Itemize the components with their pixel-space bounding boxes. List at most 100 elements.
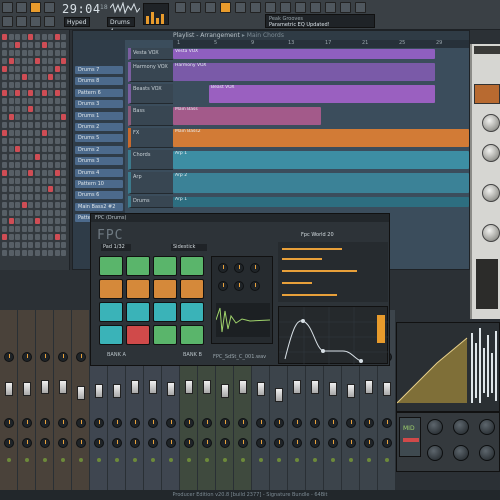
step-button[interactable] bbox=[61, 146, 67, 152]
playlist-titlebar[interactable]: Playlist - Arrangement ▸ Main Chords bbox=[73, 31, 469, 40]
mixer-pan-knob[interactable] bbox=[76, 352, 86, 362]
step-button[interactable] bbox=[8, 202, 14, 208]
mixer-fader[interactable] bbox=[131, 380, 139, 394]
step-button[interactable] bbox=[41, 66, 47, 72]
fpc-layer-bar[interactable] bbox=[282, 258, 322, 260]
step-button[interactable] bbox=[8, 50, 14, 56]
fx-mode-panel[interactable]: MID bbox=[399, 417, 421, 457]
fpc-tune-knob[interactable] bbox=[250, 263, 260, 273]
step-button[interactable] bbox=[28, 226, 34, 232]
step-button[interactable] bbox=[35, 226, 40, 232]
step-button[interactable] bbox=[15, 170, 21, 176]
fpc-bank-a[interactable]: BANK A bbox=[107, 352, 126, 358]
playlist-clip[interactable]: Beast VOX bbox=[209, 85, 435, 103]
step-button[interactable] bbox=[61, 106, 67, 112]
fpc-res-knob[interactable] bbox=[234, 281, 244, 291]
step-button[interactable] bbox=[2, 50, 7, 56]
step-button[interactable] bbox=[41, 82, 47, 88]
step-button[interactable] bbox=[48, 138, 54, 144]
step-button[interactable] bbox=[2, 66, 7, 72]
step-button[interactable] bbox=[8, 66, 14, 72]
step-button[interactable] bbox=[35, 50, 40, 56]
step-button[interactable] bbox=[21, 90, 27, 96]
mixer-send-knob[interactable] bbox=[310, 438, 320, 448]
mixer-send-knob[interactable] bbox=[364, 418, 374, 428]
step-button[interactable] bbox=[41, 114, 47, 120]
step-button[interactable] bbox=[48, 106, 54, 112]
mixer-pan-knob[interactable] bbox=[40, 352, 50, 362]
drum-pad[interactable] bbox=[126, 302, 150, 322]
fpc-preset-name[interactable]: Fpc World 20 bbox=[301, 231, 381, 240]
step-button[interactable] bbox=[48, 226, 54, 232]
step-button[interactable] bbox=[21, 138, 27, 144]
step-button[interactable] bbox=[28, 242, 34, 248]
step-button[interactable] bbox=[35, 130, 40, 136]
pattern-list-item[interactable]: Pattern 6 bbox=[75, 88, 123, 97]
fx-knob-3[interactable] bbox=[479, 419, 495, 435]
step-button[interactable] bbox=[28, 98, 34, 104]
step-button[interactable] bbox=[41, 146, 47, 152]
mixer-route-led[interactable] bbox=[367, 458, 371, 462]
step-button[interactable] bbox=[54, 58, 60, 64]
step-button[interactable] bbox=[15, 146, 21, 152]
plugin-picker-icon[interactable] bbox=[250, 2, 261, 13]
pattern-song-toggle[interactable] bbox=[16, 16, 27, 27]
drum-pad[interactable] bbox=[153, 279, 177, 299]
stop-button[interactable] bbox=[2, 16, 13, 27]
step-button[interactable] bbox=[61, 114, 67, 120]
step-button[interactable] bbox=[48, 74, 54, 80]
step-button[interactable] bbox=[54, 234, 60, 240]
step-button[interactable] bbox=[54, 90, 60, 96]
step-button[interactable] bbox=[61, 122, 67, 128]
step-button[interactable] bbox=[15, 218, 21, 224]
mixer-route-led[interactable] bbox=[331, 458, 335, 462]
step-button[interactable] bbox=[15, 186, 21, 192]
step-button[interactable] bbox=[54, 106, 60, 112]
step-button[interactable] bbox=[2, 130, 7, 136]
plugin-titlebar[interactable] bbox=[474, 46, 500, 54]
step-button[interactable] bbox=[8, 146, 14, 152]
step-button[interactable] bbox=[28, 178, 34, 184]
step-button[interactable] bbox=[48, 122, 54, 128]
mixer-route-led[interactable] bbox=[97, 458, 101, 462]
step-button[interactable] bbox=[8, 58, 14, 64]
mixer-send-knob[interactable] bbox=[310, 418, 320, 428]
step-button[interactable] bbox=[41, 194, 47, 200]
step-button[interactable] bbox=[35, 202, 40, 208]
step-button[interactable] bbox=[41, 138, 47, 144]
step-button[interactable] bbox=[48, 186, 54, 192]
step-button[interactable] bbox=[48, 130, 54, 136]
step-button[interactable] bbox=[61, 58, 67, 64]
fx-knob-6[interactable] bbox=[479, 445, 495, 461]
step-button[interactable] bbox=[21, 74, 27, 80]
step-button[interactable] bbox=[61, 218, 67, 224]
step-button[interactable] bbox=[21, 122, 27, 128]
step-button[interactable] bbox=[8, 154, 14, 160]
step-button[interactable] bbox=[2, 106, 7, 112]
mixer-send-knob[interactable] bbox=[382, 438, 392, 448]
step-button[interactable] bbox=[35, 210, 40, 216]
step-button[interactable] bbox=[2, 202, 7, 208]
step-button[interactable] bbox=[15, 130, 21, 136]
playlist-clip[interactable]: Vesta VOX bbox=[173, 49, 435, 59]
step-button[interactable] bbox=[48, 90, 54, 96]
fx-knob-5[interactable] bbox=[453, 445, 469, 461]
step-button[interactable] bbox=[21, 202, 27, 208]
step-button[interactable] bbox=[21, 58, 27, 64]
mixer-fader[interactable] bbox=[383, 382, 391, 396]
drum-pad[interactable] bbox=[153, 302, 177, 322]
step-button[interactable] bbox=[2, 114, 7, 120]
step-button[interactable] bbox=[21, 178, 27, 184]
track-header[interactable]: Bass bbox=[128, 106, 173, 126]
step-button[interactable] bbox=[35, 114, 40, 120]
step-button[interactable] bbox=[48, 58, 54, 64]
playlist-clip[interactable]: Arp 1 bbox=[173, 151, 469, 169]
playlist-clip[interactable]: Arp 1 bbox=[173, 197, 469, 207]
step-button[interactable] bbox=[48, 42, 54, 48]
step-button[interactable] bbox=[61, 66, 67, 72]
fx-knob-4[interactable] bbox=[427, 445, 443, 461]
mixer-fader[interactable] bbox=[23, 382, 31, 396]
snap-icon[interactable] bbox=[325, 2, 336, 13]
mixer-send-knob[interactable] bbox=[94, 438, 104, 448]
step-button[interactable] bbox=[28, 74, 34, 80]
